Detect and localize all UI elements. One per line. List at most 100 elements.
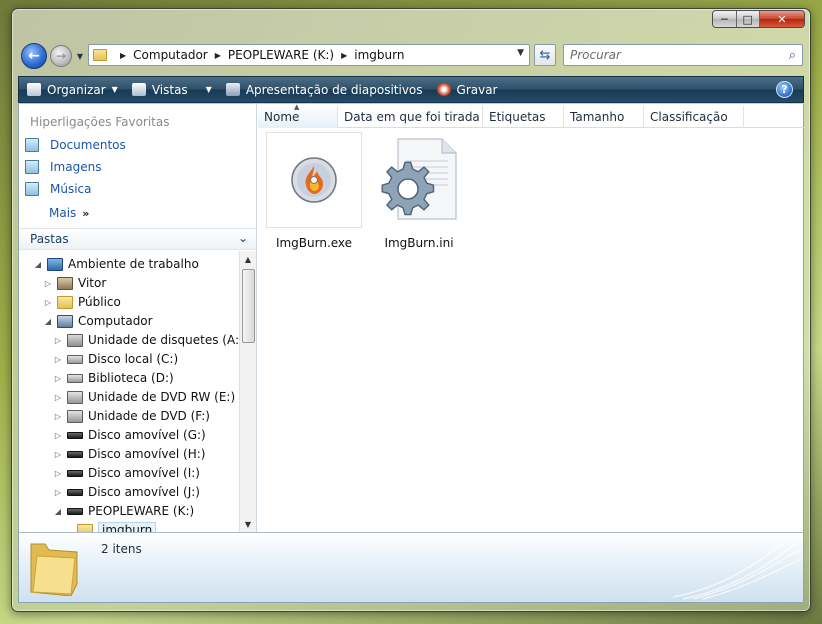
removable-drive-icon xyxy=(67,469,83,477)
tree-item[interactable]: ◢ Ambiente de trabalho xyxy=(33,255,199,273)
tree-item-label: Disco amovível (H:) xyxy=(88,447,206,461)
removable-drive-icon xyxy=(67,507,83,515)
search-placeholder: Procurar xyxy=(570,48,621,62)
back-button[interactable]: ← xyxy=(21,43,47,69)
tree-item-label: Público xyxy=(78,295,121,309)
navigation-pane: Hiperligações Favoritas Documentos Image… xyxy=(19,104,257,532)
folders-header[interactable]: Pastas ⌄ xyxy=(19,228,256,250)
tree-item[interactable]: ▷ Unidade de disquetes (A:) xyxy=(53,331,239,349)
music-icon xyxy=(25,182,39,196)
organize-label: Organizar xyxy=(47,82,106,97)
breadcrumb-arrow-icon[interactable]: ▶ xyxy=(120,51,126,60)
breadcrumb-folder[interactable]: imgburn xyxy=(354,48,404,62)
file-name: ImgBurn.ini xyxy=(384,236,454,250)
chevron-down-icon[interactable]: ▼ xyxy=(517,48,524,58)
tree-item-label: Unidade de DVD (F:) xyxy=(88,409,210,423)
removable-drive-icon xyxy=(67,431,83,439)
column-header-label: Data em que foi tirada xyxy=(344,110,480,124)
expand-arrow-icon[interactable]: ▷ xyxy=(53,450,63,459)
folder-icon xyxy=(77,523,93,532)
favorite-link-documents[interactable]: Documentos xyxy=(25,138,126,152)
config-file-gear-icon xyxy=(371,132,467,228)
item-count: 2 itens xyxy=(101,542,142,556)
breadcrumb-computer[interactable]: Computador xyxy=(133,48,208,62)
tree-item[interactable]: ▷ Biblioteca (D:) xyxy=(53,369,174,387)
tree-item[interactable]: ▷ Vitor xyxy=(43,274,106,292)
help-button[interactable]: ? xyxy=(776,81,793,98)
organize-button[interactable]: Organizar ▼ xyxy=(27,83,118,97)
favorite-label: Música xyxy=(50,182,92,196)
tree-item[interactable]: ▷ Unidade de DVD (F:) xyxy=(53,407,210,425)
column-header-label: Etiquetas xyxy=(489,110,546,124)
tree-item[interactable]: ◢ Computador xyxy=(43,312,153,330)
expand-arrow-icon[interactable]: ▷ xyxy=(53,374,63,383)
expand-arrow-icon[interactable]: ▷ xyxy=(53,488,63,497)
expand-arrow-icon[interactable]: ▷ xyxy=(43,298,53,307)
address-bar[interactable]: ▶ Computador ▶ PEOPLEWARE (K:) ▶ imgburn… xyxy=(88,44,530,66)
collapse-arrow-icon[interactable]: ◢ xyxy=(43,317,53,326)
favorites-more-link[interactable]: Mais » xyxy=(49,206,89,220)
scroll-up-arrow-icon[interactable]: ▲ xyxy=(240,251,256,267)
tree-item[interactable]: imgburn xyxy=(63,521,157,532)
close-button[interactable]: ✕ xyxy=(760,11,804,27)
breadcrumb-arrow-icon[interactable]: ▶ xyxy=(215,51,221,60)
collapse-arrow-icon[interactable]: ◢ xyxy=(33,260,43,269)
file-item[interactable]: ImgBurn.ini xyxy=(371,132,467,250)
desktop-icon xyxy=(47,257,63,271)
pictures-icon xyxy=(25,160,39,174)
tree-item-label: Ambiente de trabalho xyxy=(68,257,199,271)
organize-icon xyxy=(27,83,41,96)
slideshow-label: Apresentação de diapositivos xyxy=(245,82,423,97)
file-item[interactable]: ImgBurn.exe xyxy=(266,132,362,250)
expand-arrow-icon[interactable]: ▷ xyxy=(53,355,63,364)
forward-button[interactable]: → xyxy=(50,45,72,67)
breadcrumb-arrow-icon[interactable]: ▶ xyxy=(341,51,347,60)
burn-button[interactable]: Gravar xyxy=(436,83,498,97)
folder-icon xyxy=(27,538,81,597)
floppy-drive-icon xyxy=(67,333,83,347)
slideshow-button[interactable]: Apresentação de diapositivos xyxy=(225,82,423,97)
tree-item[interactable]: ▷ Disco amovível (I:) xyxy=(53,464,200,482)
tree-item[interactable]: ▷ Público xyxy=(43,293,121,311)
minimize-button[interactable]: ─ xyxy=(713,11,737,27)
tree-item-label: Disco amovível (I:) xyxy=(88,466,200,480)
breadcrumb-drive[interactable]: PEOPLEWARE (K:) xyxy=(228,48,334,62)
tree-item[interactable]: ▷ Disco local (C:) xyxy=(53,350,178,368)
column-header-name[interactable]: ▲ Nome xyxy=(258,103,338,128)
tree-item-label: imgburn xyxy=(98,522,157,532)
command-toolbar: Organizar ▼ Vistas ▼ Apresentação de dia… xyxy=(18,76,804,103)
tree-item[interactable]: ▷ Disco amovível (G:) xyxy=(53,426,206,444)
tree-item[interactable]: ▷ Disco amovível (H:) xyxy=(53,445,206,463)
more-label: Mais xyxy=(49,206,77,220)
expand-arrow-icon[interactable]: ▷ xyxy=(53,431,63,440)
search-icon[interactable]: ⌕ xyxy=(789,48,796,63)
recent-pages-dropdown[interactable]: ▼ xyxy=(75,48,85,64)
expand-arrow-icon[interactable]: ▷ xyxy=(43,279,53,288)
favorite-link-pictures[interactable]: Imagens xyxy=(25,160,101,174)
column-header-rating[interactable]: Classificação xyxy=(644,106,744,128)
expand-arrow-icon[interactable]: ▷ xyxy=(53,393,63,402)
expand-arrow-icon[interactable]: ▷ xyxy=(53,336,63,345)
favorite-link-music[interactable]: Música xyxy=(25,182,92,196)
arrow-left-icon: ← xyxy=(28,48,40,64)
user-folder-icon xyxy=(57,276,73,290)
views-button[interactable]: Vistas ▼ xyxy=(131,82,212,97)
column-header-date[interactable]: Data em que foi tirada xyxy=(338,106,483,128)
chevron-down-icon: ▼ xyxy=(205,85,212,94)
column-header-tags[interactable]: Etiquetas xyxy=(483,106,564,128)
expand-arrow-icon[interactable]: ▷ xyxy=(53,469,63,478)
folder-tree-scrollbar[interactable]: ▲ ▼ xyxy=(239,251,256,532)
column-header-size[interactable]: Tamanho xyxy=(564,106,644,128)
tree-item[interactable]: ◢ PEOPLEWARE (K:) xyxy=(53,502,194,520)
scrollbar-thumb[interactable] xyxy=(242,269,255,343)
views-label: Vistas xyxy=(151,82,188,97)
refresh-button[interactable]: ⇆ xyxy=(534,44,556,66)
maximize-button[interactable]: □ xyxy=(736,11,760,27)
tree-item[interactable]: ▷ Unidade de DVD RW (E:) xyxy=(53,388,235,406)
tree-item[interactable]: ▷ Disco amovível (J:) xyxy=(53,483,200,501)
expand-arrow-icon[interactable]: ▷ xyxy=(53,412,63,421)
search-input[interactable]: Procurar ⌕ xyxy=(563,44,803,66)
details-pane: 2 itens xyxy=(18,532,804,603)
collapse-arrow-icon[interactable]: ◢ xyxy=(53,507,63,516)
scroll-down-arrow-icon[interactable]: ▼ xyxy=(240,516,256,532)
